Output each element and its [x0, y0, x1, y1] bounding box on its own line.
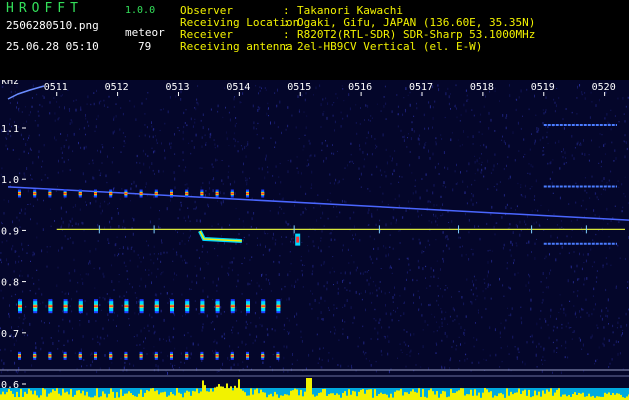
pulse-row-0-mark-5: [94, 189, 97, 198]
pulse-row-2-mark-10: [170, 351, 173, 360]
spectrogram: kHz 1.1 1.0 0.9 0.8 0.7 0.6 0511 0512 0513 0514 051…: [0, 80, 629, 400]
pulse-row-1-mark-0: [18, 299, 22, 314]
pulse-row-1-mark-5: [94, 299, 98, 314]
date-time: 25.06.28 05:10: [6, 40, 99, 53]
pulse-row-2-mark-8: [139, 351, 143, 360]
pulse-row-2-mark-0: [18, 351, 21, 360]
pulse-row-0-mark-9: [154, 189, 158, 198]
pulse-row-1-mark-15: [246, 299, 250, 314]
y-tick-label-1.0: 1.0: [1, 175, 19, 186]
pulse-row-2-mark-11: [185, 351, 189, 360]
pulse-row-2-mark-5: [94, 351, 97, 360]
time-label-0512: 0512: [105, 82, 129, 93]
pulse-row-0-mark-10: [170, 189, 173, 198]
pulse-row-0-mark-7: [124, 189, 128, 198]
pulse-row-1-mark-8: [139, 299, 144, 314]
pulse-row-1-mark-9: [154, 299, 159, 314]
y-tick-label-0.9: 0.9: [1, 226, 19, 237]
pulse-row-2-mark-2: [48, 351, 52, 360]
time-label-0518: 0518: [470, 82, 494, 93]
meteor-count: 79: [138, 40, 152, 53]
pulse-row-1-mark-16: [261, 299, 266, 314]
pulse-row-1-mark-3: [63, 299, 68, 314]
pulse-row-0-mark-16: [261, 189, 265, 198]
time-label-0514: 0514: [226, 82, 250, 93]
pulse-row-2-mark-16: [261, 351, 265, 360]
time-label-0515: 0515: [287, 82, 311, 93]
pulse-row-0-mark-0: [18, 189, 21, 198]
app-version: 1.0.0: [125, 5, 156, 16]
pulse-row-2-mark-7: [124, 351, 128, 360]
pulse-row-1-mark-10: [170, 299, 174, 314]
antenna-value: 2el-HB9CV Vertical (el. E-W): [297, 40, 483, 53]
file-name: 2506280510.png: [6, 19, 99, 32]
meteor-label: meteor: [125, 26, 165, 39]
pulse-row-2-mark-1: [33, 351, 37, 360]
pulse-row-0-mark-11: [185, 189, 189, 198]
y-tick-label-0.7: 0.7: [1, 329, 19, 340]
pulse-row-2-mark-6: [109, 351, 113, 360]
pulse-row-0-mark-4: [78, 189, 82, 198]
y-tick-label-0.8: 0.8: [1, 278, 19, 289]
pulse-row-0-mark-13: [215, 189, 219, 198]
pulse-row-0-mark-1: [33, 189, 37, 198]
time-label-0516: 0516: [348, 82, 372, 93]
spectrogram-svg: kHz1.11.00.90.80.70.60511 0512 0513 0514 051…: [0, 80, 629, 400]
pulse-row-1-mark-4: [78, 299, 83, 314]
pulse-row-1-mark-13: [215, 299, 220, 314]
time-label-0519: 0519: [531, 82, 555, 93]
pulse-row-0-mark-3: [63, 189, 67, 198]
pulse-row-0-mark-14: [230, 189, 234, 198]
pulse-row-0-mark-15: [246, 189, 249, 198]
pulse-row-1-mark-11: [185, 299, 190, 314]
pulse-row-1-mark-1: [33, 299, 38, 314]
meteor-echo-1-core: [296, 236, 300, 243]
time-label-0517: 0517: [409, 82, 433, 93]
pulse-row-2-mark-14: [230, 351, 234, 360]
time-label-0511: 0511: [44, 82, 68, 93]
pulse-row-0-mark-6: [109, 189, 113, 198]
pulse-row-1-mark-2: [48, 299, 53, 314]
pulse-row-1-mark-7: [124, 299, 129, 314]
drift-line: [7, 186, 629, 221]
pulse-row-2-mark-3: [63, 351, 67, 360]
y-tick-label-1.1: 1.1: [1, 124, 19, 135]
time-label-0513: 0513: [165, 82, 189, 93]
pulse-row-2-mark-13: [215, 351, 219, 360]
pulse-row-1-mark-17: [276, 299, 281, 314]
antenna-sep: :: [283, 40, 290, 53]
pulse-row-2-mark-9: [154, 351, 158, 360]
time-label-0520: 0520: [592, 82, 616, 93]
hrofft-window: HROFFT 1.0.0 2506280510.png meteor 25.06…: [0, 0, 629, 400]
pulse-row-1-mark-6: [109, 299, 114, 314]
pulse-row-0-mark-12: [200, 189, 204, 198]
app-title: HROFFT: [6, 1, 83, 16]
pulse-row-1-mark-12: [200, 299, 205, 314]
pulse-row-0-mark-8: [139, 189, 143, 198]
pulse-row-2-mark-15: [246, 351, 249, 360]
antenna-label: Receiving antenna: [180, 40, 293, 53]
pulse-row-0-mark-2: [48, 189, 52, 198]
y-axis-unit: kHz: [1, 80, 19, 87]
pulse-row-2-mark-4: [78, 351, 82, 360]
pulse-row-2-mark-12: [200, 351, 204, 360]
pulse-row-2-mark-17: [276, 351, 280, 360]
pulse-row-1-mark-14: [230, 299, 235, 314]
initial-trace: [7, 85, 45, 100]
